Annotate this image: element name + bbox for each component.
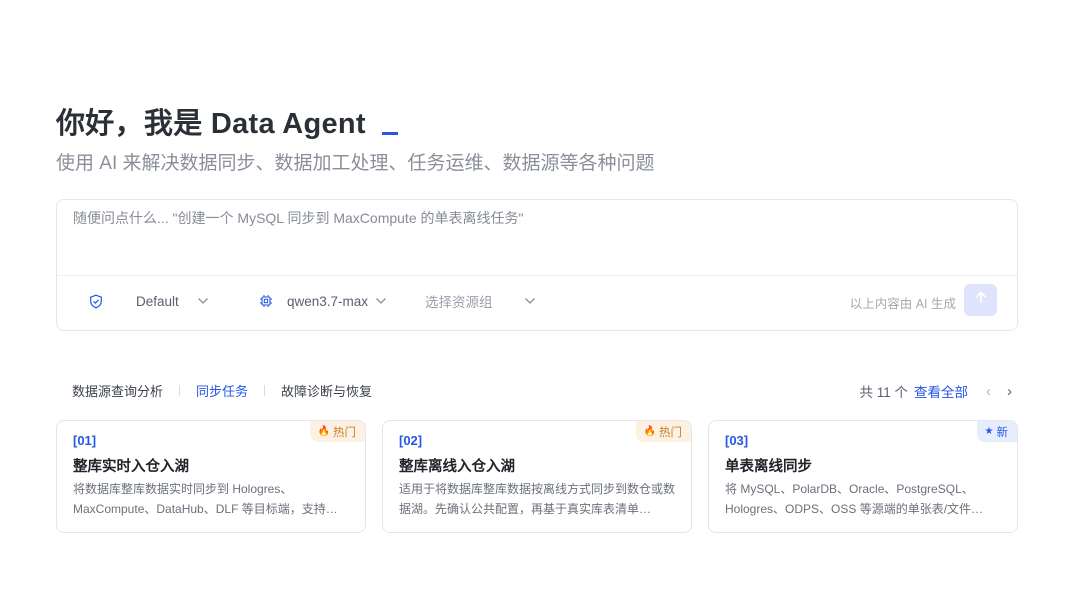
mode-selector[interactable]: Default	[89, 292, 209, 310]
card-title: 整库离线入仓入湖	[399, 459, 515, 475]
card-number: [03]	[725, 433, 749, 448]
composer-divider	[57, 275, 1017, 276]
card-description: 适用于将数据库整库数据按离线方式同步到数仓或数据湖。先确认公共配置，再基于真实库…	[399, 482, 676, 516]
hero-title: 你好，我是 Data Agent	[56, 100, 398, 142]
prompt-composer: 随便问点什么... "创建一个 MySQL 同步到 MaxCompute 的单表…	[56, 199, 1018, 331]
arrow-up-icon	[975, 291, 987, 309]
category-tabs: 数据源查询分析 同步任务 故障诊断与恢复	[72, 381, 372, 400]
ai-generated-note: 以上内容由 AI 生成	[849, 297, 956, 311]
hot-badge: 🔥 热门	[309, 421, 365, 442]
resource-group-placeholder: 选择资源组	[425, 295, 493, 310]
tab-sync-tasks[interactable]: 同步任务	[196, 381, 248, 400]
next-page-button[interactable]: ›	[1007, 383, 1012, 400]
template-card[interactable]: 🔥 热门 [02] 整库离线入仓入湖 适用于将数据库整库数据按离线方式同步到数仓或…	[382, 420, 692, 533]
hot-badge: 🔥 热门	[635, 421, 691, 442]
tab-fault-diagnosis[interactable]: 故障诊断与恢复	[281, 381, 372, 400]
badge-label: 热门	[333, 426, 356, 439]
chevron-down-icon	[197, 297, 209, 305]
send-button[interactable]	[964, 284, 997, 316]
tab-separator	[264, 385, 266, 396]
shield-check-icon	[89, 294, 103, 309]
card-number: [02]	[399, 433, 423, 448]
badge-label: 热门	[659, 426, 682, 439]
item-count: 共 11 个	[859, 385, 908, 400]
flame-icon: 🔥	[317, 426, 330, 437]
badge-label: 新	[996, 426, 1009, 439]
model-selector[interactable]: qwen3.7-max	[259, 292, 387, 310]
new-badge: ★ 新	[976, 421, 1017, 442]
card-description: 将 MySQL、PolarDB、Oracle、PostgreSQL、Hologr…	[725, 482, 984, 516]
flame-icon: 🔥	[643, 426, 656, 437]
template-card[interactable]: 🔥 热门 [01] 整库实时入仓入湖 将数据库整库数据实时同步到 Hologres…	[56, 420, 366, 533]
view-all-link[interactable]: 查看全部	[914, 381, 968, 401]
hero-subtitle: 使用 AI 来解决数据同步、数据加工处理、任务运维、数据源等各种问题	[56, 153, 655, 174]
prev-page-button[interactable]: ‹	[986, 383, 991, 400]
hero-title-text: 你好，我是 Data Agent	[56, 108, 366, 140]
tab-datasource-query[interactable]: 数据源查询分析	[72, 381, 163, 400]
card-title: 单表离线同步	[725, 459, 812, 475]
mode-value: Default	[136, 293, 179, 309]
chevron-down-icon	[375, 297, 387, 305]
prompt-input[interactable]: 随便问点什么... "创建一个 MySQL 同步到 MaxCompute 的单表…	[73, 208, 523, 228]
tab-separator	[179, 385, 181, 396]
resource-group-selector[interactable]: 选择资源组	[425, 292, 536, 310]
card-title: 整库实时入仓入湖	[73, 459, 189, 475]
star-icon: ★	[984, 426, 994, 437]
chip-icon	[259, 294, 273, 308]
model-value: qwen3.7-max	[287, 293, 369, 309]
card-description: 将数据库整库数据实时同步到 Hologres、MaxCompute、DataHu…	[73, 482, 338, 516]
card-number: [01]	[73, 433, 97, 448]
chevron-down-icon	[524, 297, 536, 305]
template-card[interactable]: ★ 新 [03] 单表离线同步 将 MySQL、PolarDB、Oracle、Po…	[708, 420, 1018, 533]
typing-caret	[381, 132, 398, 135]
pager: 共 11 个 查看全部 ‹ ›	[859, 381, 1012, 401]
